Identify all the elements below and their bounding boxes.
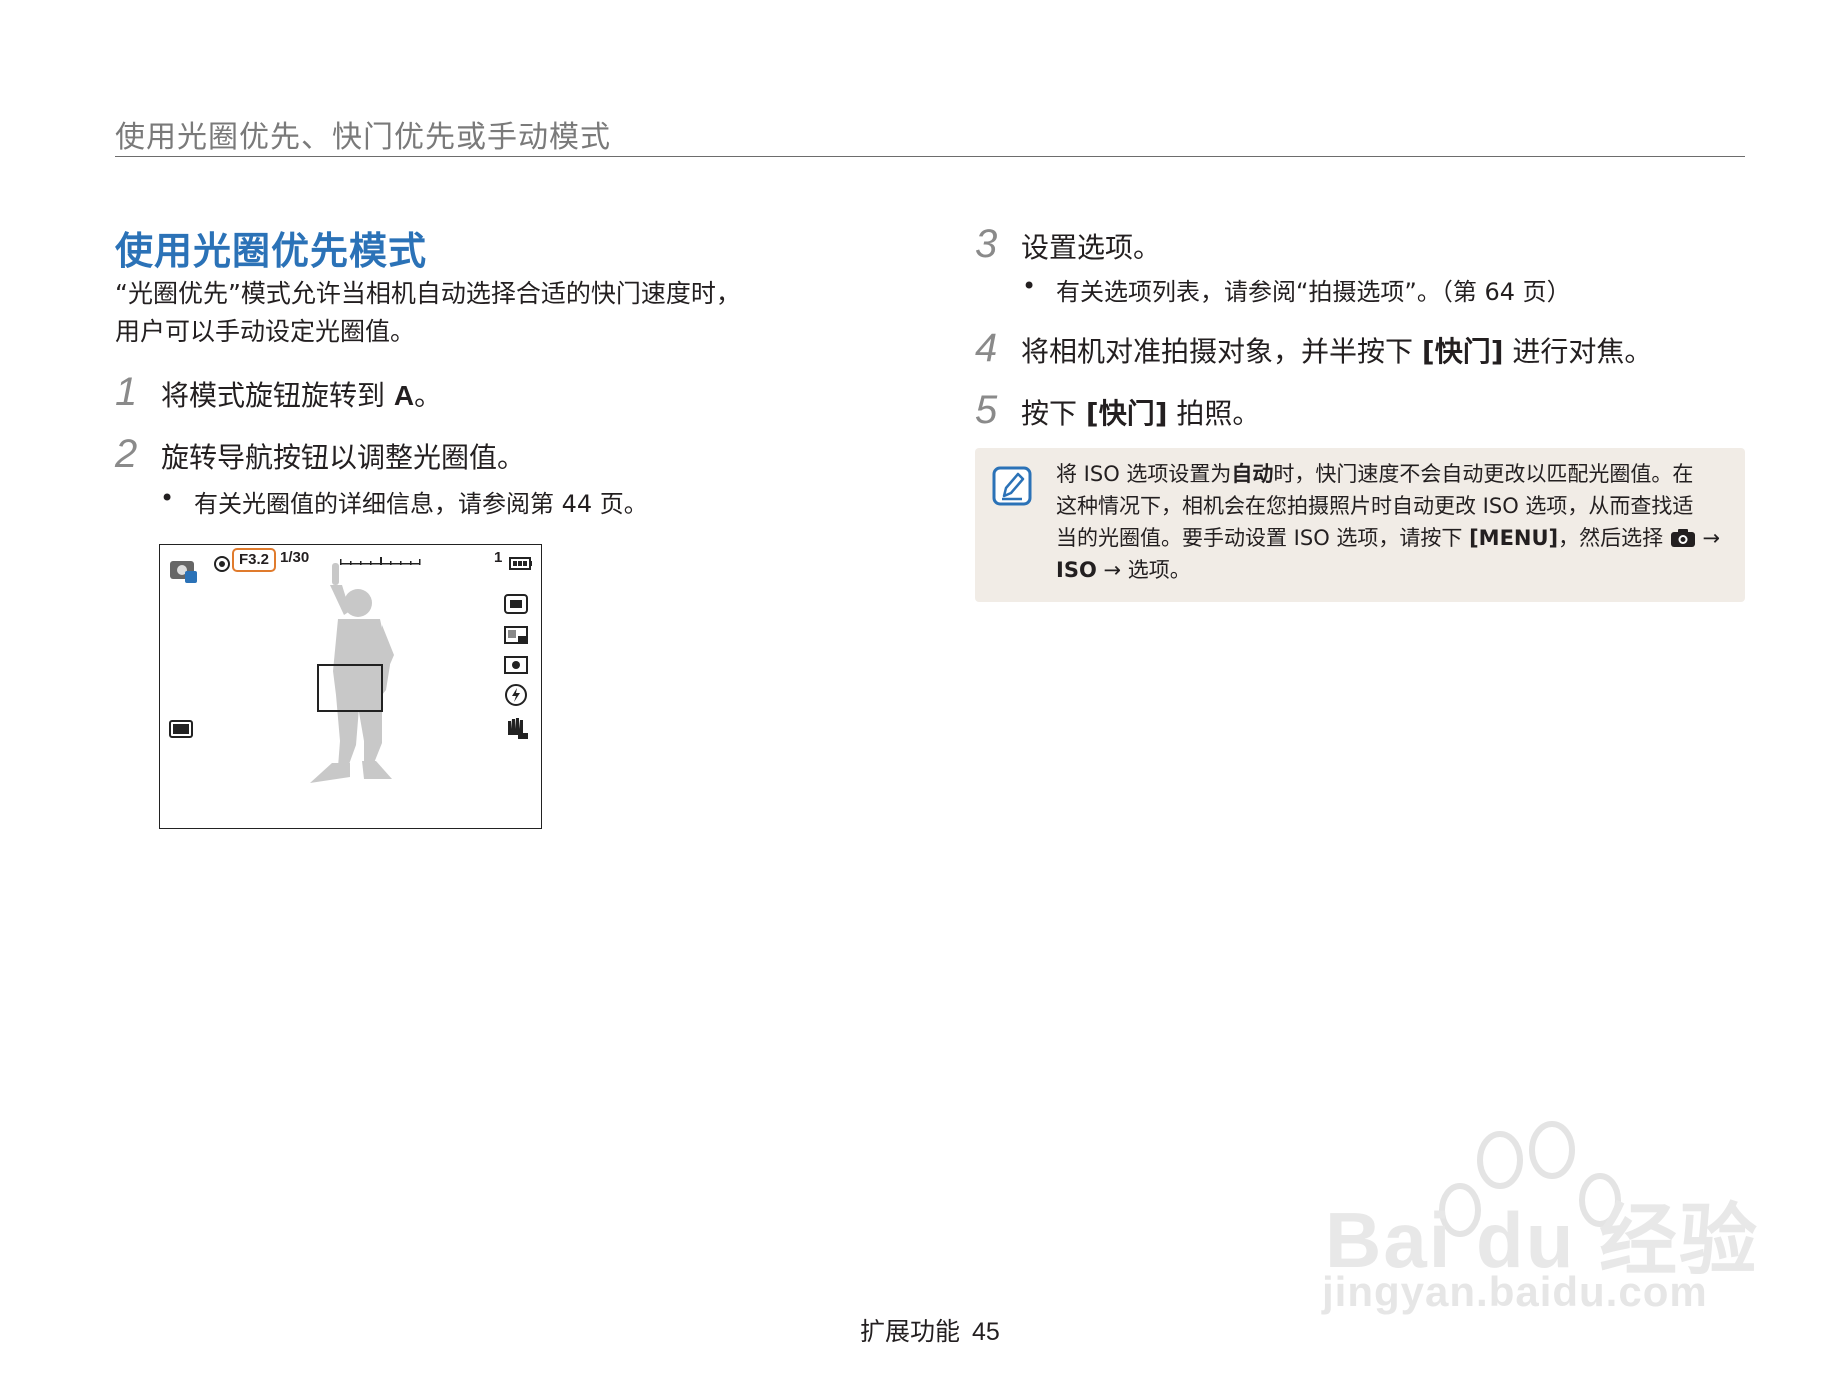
- shutter-speed-value: 1/30: [280, 549, 310, 566]
- step-1: 1 将模式旋钮旋转到 A。: [115, 370, 442, 415]
- shutter-key-label: [快门]: [1085, 397, 1168, 430]
- bullet-text: 有关光圈值的详细信息，请参阅第 44 页。: [194, 490, 648, 518]
- step-number: 1: [115, 370, 138, 414]
- step-text: 将模式旋钮旋转到 A。: [161, 374, 442, 414]
- step-5: 5 按下 [快门] 拍照。: [975, 388, 1260, 433]
- menu-key-label: [MENU]: [1469, 526, 1559, 550]
- page-footer: 扩展功能 45: [860, 1312, 1000, 1348]
- intro-line-1: “光圈优先”模式允许当相机自动选择合适的快门速度时，: [115, 279, 741, 308]
- note-line-2: 这种情况下，相机会在您拍摄照片时自动更改 ISO 选项，从而查找适: [1056, 494, 1694, 518]
- bullet-dot: •: [1022, 272, 1037, 300]
- shutter-key-label: [快门]: [1421, 335, 1504, 368]
- battery-icon: [509, 557, 532, 570]
- header-rule: [115, 156, 1745, 157]
- step-2: 2 旋转导航按钮以调整光圈值。: [115, 432, 525, 477]
- step-4: 4 将相机对准拍摄对象，并半按下 [快门] 进行对焦。: [975, 326, 1652, 371]
- step-text: 将相机对准拍摄对象，并半按下 [快门] 进行对焦。: [1021, 330, 1652, 370]
- note-l3-d: →: [1695, 526, 1721, 550]
- step-1-suffix: 。: [414, 379, 443, 412]
- exposure-scale-icon: [340, 557, 421, 565]
- quality-icon: [504, 626, 528, 644]
- intro-paragraph: “光圈优先”模式允许当相机自动选择合适的快门速度时， 用户可以手动设定光圈值。: [115, 275, 875, 351]
- footer-label: 扩展功能: [860, 1317, 961, 1346]
- resolution-icon: [504, 594, 528, 614]
- step-number: 5: [975, 388, 998, 432]
- note-line-1: 将 ISO 选项设置为自动时，快门速度不会自动更改以匹配光圈值。在: [1056, 458, 1721, 490]
- camera-mode-icon: [170, 561, 197, 583]
- step-number: 4: [975, 326, 998, 370]
- step-2-bullet: • 有关光圈值的详细信息，请参阅第 44 页。: [160, 484, 648, 519]
- focus-area-icon: [169, 720, 193, 738]
- section-title: 使用光圈优先模式: [115, 229, 428, 273]
- running-header: 使用光圈优先、快门优先或手动模式: [115, 120, 611, 155]
- step-number: 2: [115, 432, 138, 476]
- note-l3-a: 当的光圈值。要手动设置 ISO 选项，请按下: [1056, 526, 1470, 550]
- bullet-text: 有关选项列表，请参阅“拍摄选项”。（第 64 页）: [1056, 278, 1571, 306]
- step-4-text-post: 进行对焦。: [1503, 335, 1653, 368]
- step-1-text: 将模式旋钮旋转到: [161, 379, 386, 412]
- note-l1-c: 时，快门速度不会自动更改以匹配光圈值。在: [1273, 462, 1694, 486]
- note-line-3: 当的光圈值。要手动设置 ISO 选项，请按下 [MENU]，然后选择 →: [1056, 522, 1721, 554]
- shots-remaining-value: 1: [494, 549, 503, 566]
- step-4-text-pre: 将相机对准拍摄对象，并半按下: [1021, 335, 1422, 368]
- aperture-value: F3.2: [232, 548, 276, 572]
- intro-line-2: 用户可以手动设定光圈值。: [115, 317, 416, 346]
- note-auto-label: 自动: [1231, 462, 1274, 486]
- note-l3-c: ，然后选择: [1558, 526, 1670, 550]
- metering-icon: [504, 656, 528, 674]
- mode-a-label: A: [393, 380, 415, 411]
- camera-viewfinder-illustration: [159, 544, 542, 829]
- step-3: 3 设置选项。: [975, 222, 1161, 267]
- camera-icon: [1670, 529, 1695, 547]
- step-number: 3: [975, 222, 998, 266]
- step-3-bullet: • 有关选项列表，请参阅“拍摄选项”。（第 64 页）: [1022, 272, 1571, 307]
- step-5-text-post: 拍照。: [1167, 397, 1261, 430]
- step-text: 设置选项。: [1021, 231, 1162, 264]
- note-pencil-icon: [992, 466, 1032, 506]
- watermark-url: jingyan.baidu.com: [1322, 1268, 1708, 1315]
- page-number: 45: [972, 1318, 1000, 1346]
- ois-icon: [508, 718, 528, 739]
- self-timer-icon: [214, 556, 230, 572]
- iso-label: ISO: [1056, 558, 1097, 582]
- note-text: 将 ISO 选项设置为自动时，快门速度不会自动更改以匹配光圈值。在 这种情况下，…: [1056, 458, 1721, 586]
- step-text: 按下 [快门] 拍照。: [1021, 392, 1260, 432]
- step-5-text-pre: 按下: [1021, 397, 1086, 430]
- note-line-4: ISO → 选项。: [1056, 554, 1721, 586]
- viewfinder-graphics: [169, 556, 532, 783]
- note-l4-b: → 选项。: [1096, 558, 1191, 582]
- note-l1-a: 将 ISO 选项设置为: [1056, 462, 1232, 486]
- step-text: 旋转导航按钮以调整光圈值。: [161, 441, 526, 474]
- flash-icon: [505, 684, 527, 706]
- bullet-dot: •: [160, 484, 175, 512]
